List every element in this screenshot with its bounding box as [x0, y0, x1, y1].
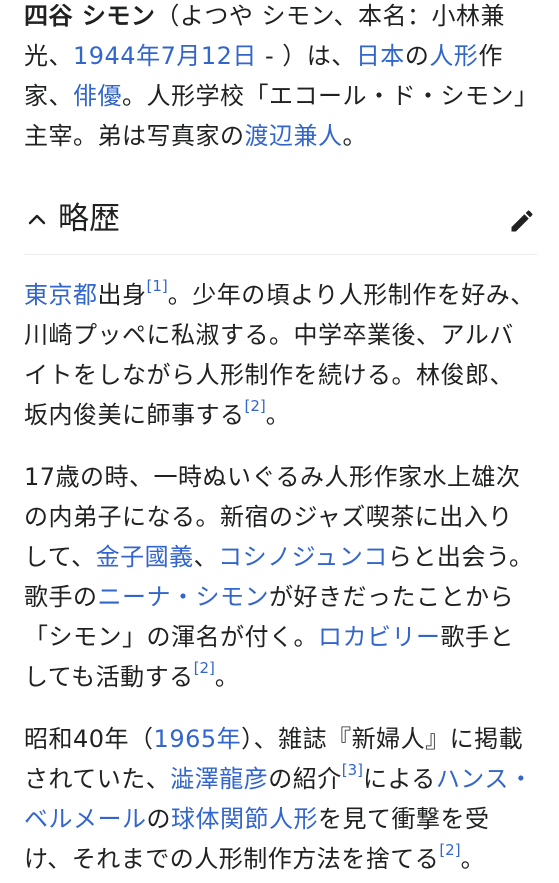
- pencil-icon[interactable]: [507, 206, 537, 236]
- section-header[interactable]: 略歴: [24, 184, 537, 255]
- lead-text: - ）は、: [256, 42, 356, 70]
- reference-2[interactable]: [2]: [245, 397, 266, 415]
- history-paragraph-3: 昭和40年（1965年）、雑誌『新婦人』に掲載されていた、澁澤龍彦の紹介[3]に…: [24, 719, 537, 879]
- link-kaneko[interactable]: 金子國義: [96, 543, 194, 571]
- paragraph-text: 昭和40年（: [24, 725, 154, 753]
- reference-2[interactable]: [2]: [194, 659, 215, 677]
- link-1965[interactable]: 1965年: [154, 725, 242, 753]
- link-nina[interactable]: ニーナ・シモン: [98, 583, 270, 611]
- link-brother[interactable]: 渡辺兼人: [245, 122, 343, 150]
- lead-text: 。: [342, 122, 367, 150]
- reference-link[interactable]: [2]: [439, 841, 460, 859]
- lead-paragraph: 四谷 シモン（よつや シモン、本名：小林兼光、1944年7月12日 - ）は、日…: [24, 0, 537, 156]
- paragraph-text: 。: [460, 845, 486, 873]
- reference-link[interactable]: [1]: [147, 277, 168, 295]
- reference-link[interactable]: [2]: [194, 659, 215, 677]
- link-koshino[interactable]: コシノジュンコ: [218, 543, 388, 571]
- link-actor[interactable]: 俳優: [73, 82, 122, 110]
- paragraph-text: 。: [214, 663, 240, 691]
- reference-1[interactable]: [1]: [147, 277, 168, 295]
- paragraph-text: の: [146, 805, 171, 833]
- article-subject: 四谷 シモン: [24, 2, 156, 30]
- lead-text: の: [404, 42, 430, 70]
- chevron-up-icon[interactable]: [26, 208, 48, 230]
- paragraph-text: 出身: [97, 281, 147, 309]
- reference-3[interactable]: [3]: [342, 761, 363, 779]
- paragraph-text: の紹介: [268, 765, 342, 793]
- paragraph-text: による: [363, 765, 436, 793]
- link-tokyo[interactable]: 東京都: [24, 281, 98, 309]
- link-birthdate[interactable]: 1944年7月12日: [73, 42, 257, 70]
- section-title: 略歴: [58, 201, 120, 237]
- reference-2[interactable]: [2]: [439, 841, 460, 859]
- reference-link[interactable]: [2]: [245, 397, 266, 415]
- link-ball-jointed-doll[interactable]: 球体関節人形: [171, 805, 318, 833]
- link-shibusawa[interactable]: 澁澤龍彦: [170, 765, 268, 793]
- history-paragraph-1: 東京都出身[1]。少年の頃より人形制作を好み、川崎プッペに私淑する。中学卒業後、…: [24, 275, 537, 435]
- link-japan[interactable]: 日本: [356, 42, 405, 70]
- history-paragraph-2: 17歳の時、一時ぬいぐるみ人形作家水上雄次の内弟子になる。新宿のジャズ喫茶に出入…: [24, 457, 537, 697]
- article-page: 四谷 シモン（よつや シモン、本名：小林兼光、1944年7月12日 - ）は、日…: [0, 0, 559, 879]
- link-rockabilly[interactable]: ロカビリー: [318, 623, 441, 651]
- paragraph-text: 。: [265, 401, 291, 429]
- link-doll[interactable]: 人形: [429, 42, 478, 70]
- paragraph-text: 、: [193, 543, 219, 571]
- reference-link[interactable]: [3]: [342, 761, 363, 779]
